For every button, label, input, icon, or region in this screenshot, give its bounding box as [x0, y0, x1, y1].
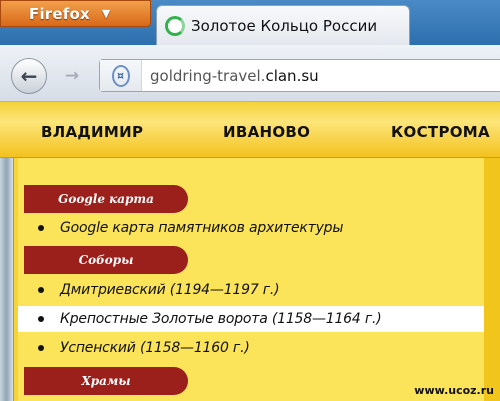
- side-decoration: [0, 158, 14, 401]
- side-decoration-right: [484, 158, 500, 401]
- site-favicon-icon: [165, 15, 185, 36]
- menu-link[interactable]: Google карта памятников архитектуры: [60, 220, 343, 236]
- url-text[interactable]: goldring-travel.clan.su: [150, 67, 319, 85]
- section-heading-cathedrals: Соборы: [24, 246, 188, 274]
- url-host-domain: clan.su: [265, 66, 319, 85]
- firefox-menu-label: Firefox: [29, 4, 90, 23]
- menu-link[interactable]: Успенский (1158—1160 г.): [60, 340, 250, 356]
- topnav-item-vladimir[interactable]: ВЛАДИМИР: [41, 123, 143, 141]
- bullet-icon: [38, 345, 44, 351]
- sidebar-menu: Google карта Google карта памятников арх…: [18, 158, 484, 401]
- bullet-icon: [38, 225, 44, 231]
- forward-button[interactable]: →: [61, 65, 83, 87]
- section-heading-google-map: Google карта: [24, 185, 188, 213]
- navigation-toolbar: ← → ¤ goldring-travel.clan.su: [0, 45, 500, 102]
- arrow-right-icon: →: [64, 66, 80, 86]
- web-page: ВЛАДИМИР ИВАНОВО КОСТРОМА Google карта G…: [0, 102, 500, 401]
- firefox-menu-button[interactable]: Firefox ▼: [0, 0, 151, 27]
- list-item-hovered[interactable]: Крепостные Золотые ворота (1158—1164 г.): [18, 306, 484, 332]
- browser-tab[interactable]: Золотое Кольцо России: [156, 5, 410, 45]
- list-item[interactable]: Успенский (1158—1160 г.): [18, 335, 484, 361]
- bullet-icon: [38, 316, 44, 322]
- address-bar[interactable]: ¤ goldring-travel.clan.su: [99, 59, 500, 92]
- arrow-left-icon: ←: [20, 64, 38, 88]
- list-item[interactable]: Google карта памятников архитектуры: [18, 215, 484, 241]
- menu-link[interactable]: Крепостные Золотые ворота (1158—1164 г.): [60, 311, 382, 327]
- section-heading-temples: Храмы: [24, 367, 188, 395]
- watermark-text: www.ucoz.ru: [414, 384, 494, 397]
- chevron-down-icon: ▼: [101, 7, 111, 20]
- topnav-item-kostroma[interactable]: КОСТРОМА: [391, 123, 490, 141]
- back-button[interactable]: ←: [11, 58, 47, 94]
- top-navigation: ВЛАДИМИР ИВАНОВО КОСТРОМА: [0, 102, 500, 158]
- topnav-item-ivanovo[interactable]: ИВАНОВО: [223, 123, 310, 141]
- url-host-prefix: goldring-travel.: [150, 66, 266, 85]
- window-titlebar: Firefox ▼ Золотое Кольцо России: [0, 0, 500, 45]
- list-item[interactable]: Дмитриевский (1194—1197 г.): [18, 277, 484, 303]
- site-identity-button[interactable]: ¤: [100, 60, 142, 91]
- tab-title: Золотое Кольцо России: [191, 16, 378, 35]
- menu-link[interactable]: Дмитриевский (1194—1197 г.): [60, 282, 280, 298]
- globe-icon: ¤: [111, 64, 130, 87]
- bullet-icon: [38, 287, 44, 293]
